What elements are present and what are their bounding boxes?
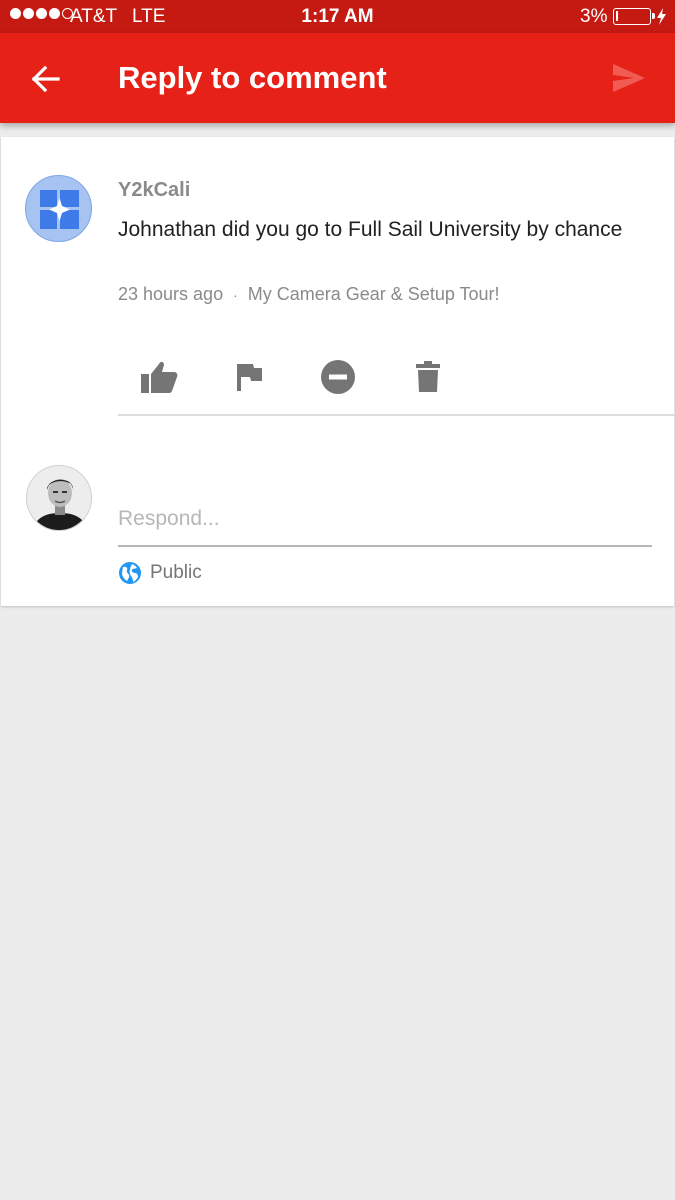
delete-button[interactable] — [406, 355, 450, 399]
send-button[interactable] — [612, 63, 646, 93]
thumbs-up-icon — [141, 361, 178, 393]
comment-actions — [118, 355, 674, 417]
privacy-label: Public — [150, 562, 202, 583]
battery-icon — [613, 8, 655, 25]
comment-author[interactable]: Y2kCali — [118, 179, 190, 202]
report-button[interactable] — [227, 355, 271, 399]
page-title: Reply to comment — [118, 60, 387, 95]
user-avatar-image — [27, 466, 91, 530]
battery-percent: 3% — [580, 6, 608, 27]
carrier-name: AT&T — [70, 6, 118, 27]
comment-card: Y2kCali Johnathan did you go to Full Sai… — [1, 137, 674, 606]
meta-separator: · — [233, 286, 238, 303]
block-icon — [321, 360, 355, 394]
block-user-button[interactable] — [316, 355, 360, 399]
privacy-selector[interactable]: Public — [118, 561, 202, 585]
like-button[interactable] — [137, 355, 181, 399]
status-bar: AT&T LTE 1:17 AM 3% — [0, 0, 675, 33]
commenter-avatar[interactable] — [25, 175, 92, 242]
user-avatar — [26, 465, 92, 531]
send-icon — [613, 64, 645, 92]
back-button[interactable] — [30, 65, 60, 93]
signal-strength-icon — [10, 8, 73, 19]
divider — [118, 414, 674, 416]
arrow-back-icon — [31, 65, 60, 93]
video-title-link[interactable]: My Camera Gear & Setup Tour! — [248, 284, 500, 305]
globe-icon — [119, 562, 141, 584]
comment-text: Johnathan did you go to Full Sail Univer… — [118, 218, 623, 241]
flag-icon — [237, 364, 262, 391]
comment-meta: 23 hours ago · My Camera Gear & Setup To… — [118, 284, 500, 305]
commenter-avatar-image — [40, 190, 79, 229]
comment-timestamp: 23 hours ago — [118, 284, 224, 304]
charging-icon — [657, 8, 666, 25]
app-bar: Reply to comment — [0, 33, 675, 123]
trash-icon — [416, 361, 440, 392]
respond-input[interactable] — [118, 503, 652, 547]
network-type: LTE — [132, 6, 166, 27]
